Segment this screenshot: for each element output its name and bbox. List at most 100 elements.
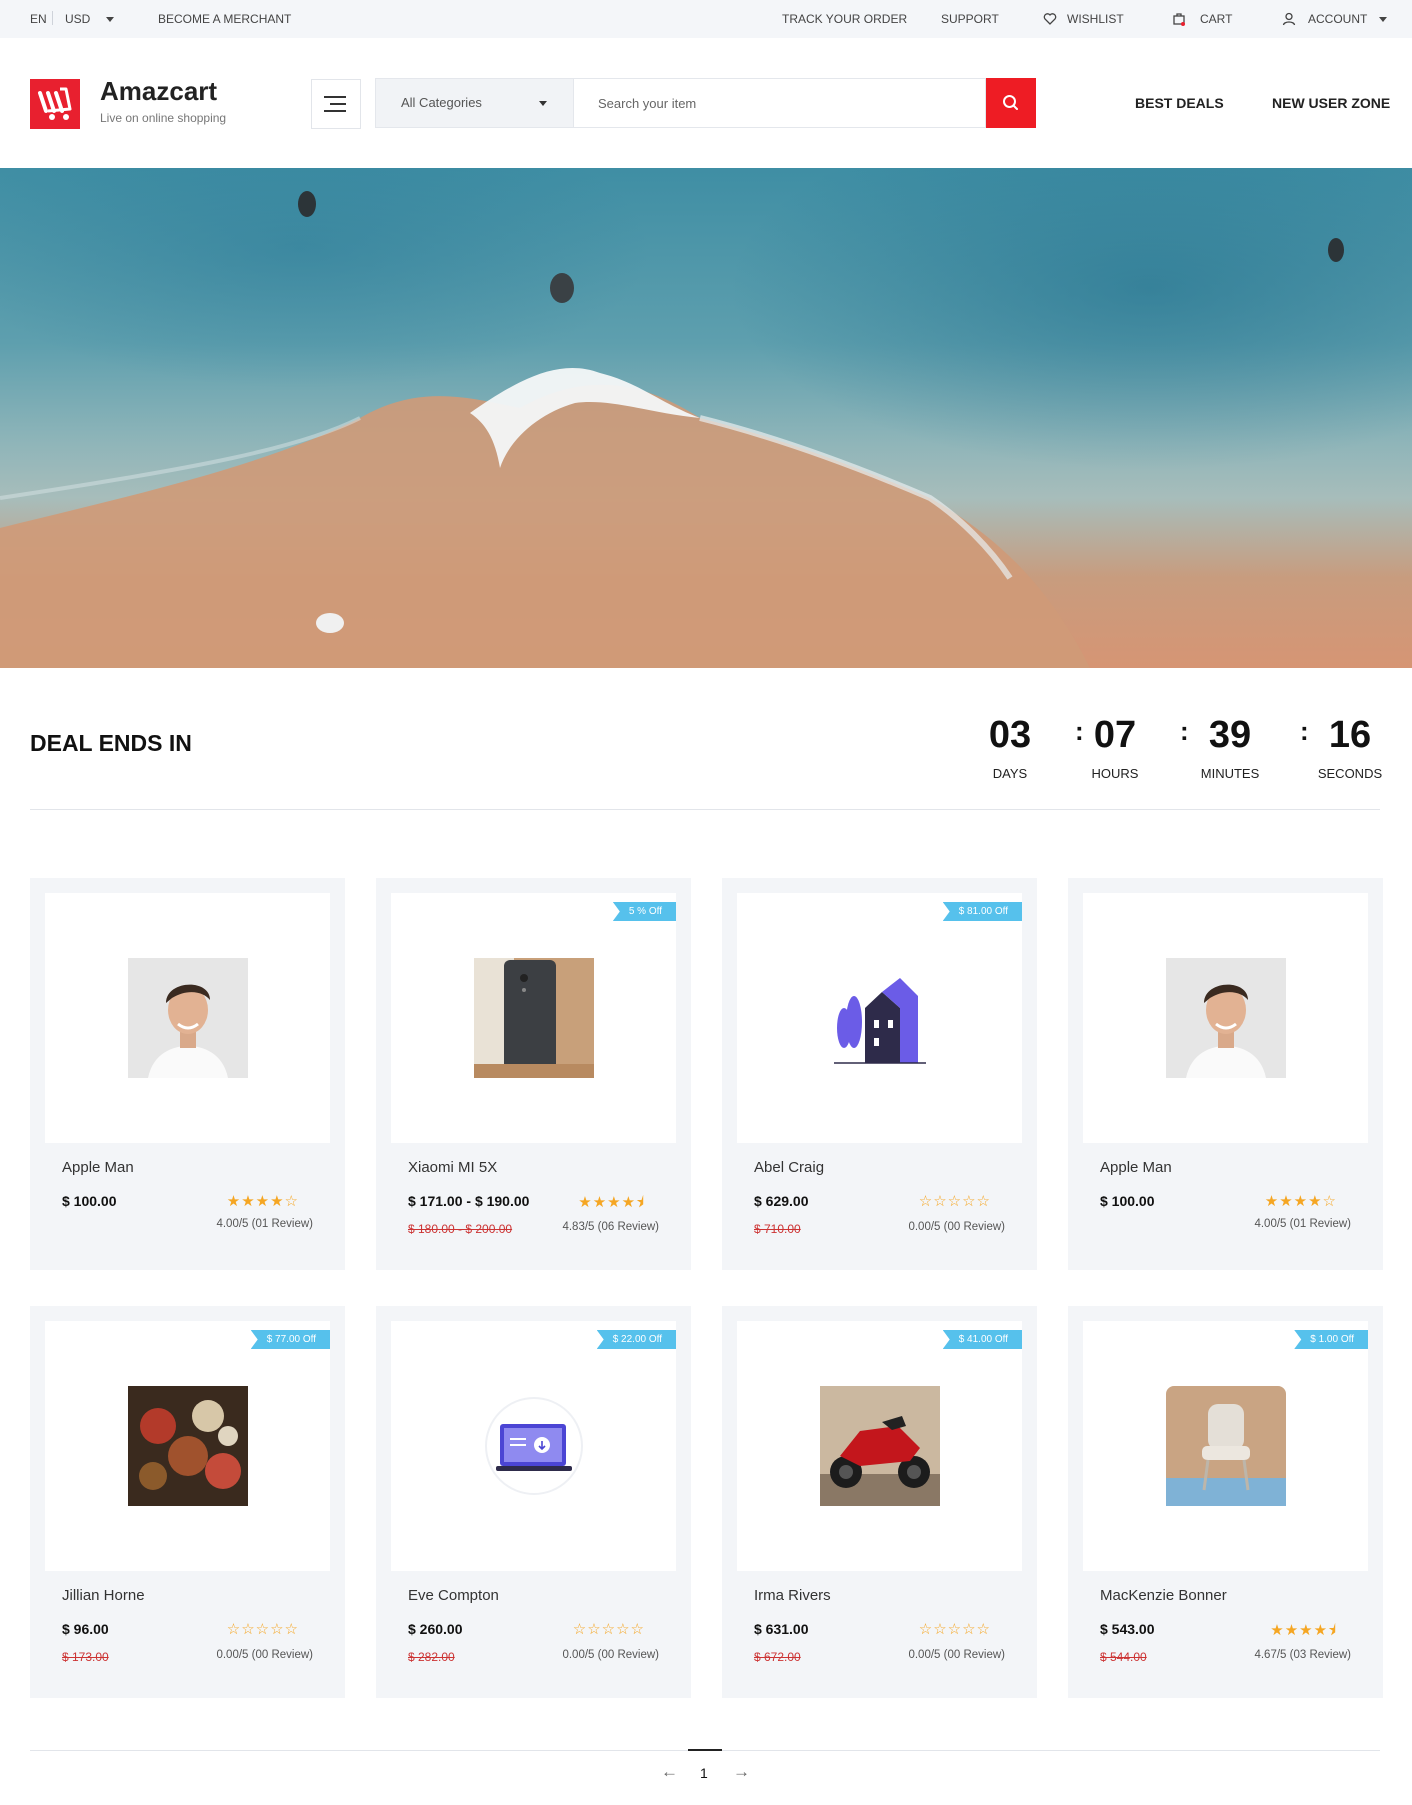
product-image-box[interactable]: $ 77.00 Off [45, 1321, 330, 1571]
heart-icon [1043, 13, 1057, 25]
product-name[interactable]: Abel Craig [754, 1159, 824, 1176]
product-name[interactable]: Irma Rivers [754, 1587, 831, 1604]
rating-stars: ★★★★☆ [227, 1192, 299, 1210]
product-old-price: $ 710.00 [754, 1222, 801, 1236]
review-summary: 4.00/5 (01 Review) [216, 1218, 313, 1230]
discount-badge: 5 % Off [612, 902, 676, 921]
product-name[interactable]: Jillian Horne [62, 1587, 145, 1604]
rating-stars: ★★★★⯨ [1270, 1620, 1337, 1645]
product-price: $ 631.00 [754, 1621, 809, 1637]
cart-label: CART [1200, 12, 1233, 26]
cart-link[interactable]: CART [1172, 12, 1232, 26]
product-card[interactable]: $ 41.00 Off Irma Rivers $ 631.00 $ 672.00 ☆☆… [722, 1306, 1037, 1698]
header: Amazcart Live on online shopping All Cat… [0, 38, 1412, 168]
logo[interactable] [30, 79, 80, 129]
arrow-left-icon[interactable]: ← [661, 1762, 678, 1782]
category-select[interactable]: All Categories [375, 78, 574, 128]
star-empty-icon: ☆ [933, 1621, 948, 1638]
product-image-box[interactable] [1083, 893, 1368, 1143]
star-empty-icon: ☆ [947, 1193, 963, 1210]
language-label: EN [30, 12, 47, 26]
search-button[interactable] [986, 78, 1036, 128]
review-summary: 0.00/5 (00 Review) [216, 1649, 313, 1661]
product-image-box[interactable] [45, 893, 330, 1143]
product-image-box[interactable]: $ 81.00 Off [737, 893, 1022, 1143]
rating-stars: ★★★★⯨ [578, 1192, 645, 1217]
become-merchant-label: BECOME A MERCHANT [158, 12, 292, 26]
countdown-separator: : [1075, 716, 1084, 746]
product-image-box[interactable]: 5 % Off [391, 893, 676, 1143]
star-filled-icon: ★ [578, 1194, 593, 1211]
product-card[interactable]: $ 77.00 Off Jillian Horne $ 96.00 $ 173.00 ☆… [30, 1306, 345, 1698]
menu-toggle-button[interactable] [311, 79, 361, 129]
top-bar: EN USD BECOME A MERCHANT TRACK YOUR ORDE… [0, 0, 1412, 38]
discount-badge: $ 1.00 Off [1294, 1330, 1368, 1349]
star-empty-icon: ☆ [255, 1621, 271, 1638]
product-name[interactable]: Apple Man [62, 1159, 134, 1176]
star-empty-icon: ☆ [226, 1621, 242, 1638]
product-price: $ 543.00 [1100, 1621, 1155, 1637]
countdown-minutes: 39 MINUTES [1190, 712, 1270, 781]
brand-name[interactable]: Amazcart [100, 76, 217, 107]
product-image-box[interactable]: $ 1.00 Off [1083, 1321, 1368, 1571]
star-filled-icon: ★ [1264, 1193, 1280, 1210]
laptop-illustration [474, 1386, 594, 1506]
review-summary: 4.83/5 (06 Review) [562, 1221, 659, 1233]
product-name[interactable]: MacKenzie Bonner [1100, 1587, 1227, 1604]
currency-selector[interactable]: USD [65, 12, 115, 26]
star-filled-icon: ★ [1279, 1193, 1294, 1210]
pagination-page[interactable]: 1 [700, 1765, 708, 1781]
countdown-label: DAYS [992, 766, 1028, 781]
rating-stars: ☆☆☆☆☆ [919, 1620, 991, 1638]
user-icon [1282, 12, 1296, 26]
beach-aerial-image [0, 191, 1344, 668]
new-user-zone-link[interactable]: NEW USER ZONE [1272, 95, 1390, 111]
menu-icon-line [324, 110, 346, 112]
best-deals-link[interactable]: BEST DEALS [1135, 95, 1224, 111]
product-card[interactable]: 5 % Off Xiaomi MI 5X $ 171.00 - $ 190.00 $ … [376, 878, 691, 1270]
search-icon [1003, 95, 1018, 110]
star-filled-icon: ★ [1293, 1193, 1309, 1210]
star-filled-icon: ★ [226, 1193, 242, 1210]
brand-tagline: Live on online shopping [100, 111, 227, 125]
product-card[interactable]: Apple Man $ 100.00 ★★★★☆ 4.00/5 (01 Review) [1068, 878, 1383, 1270]
product-name[interactable]: Eve Compton [408, 1587, 499, 1604]
house-illustration [820, 958, 940, 1078]
countdown-label: MINUTES [1200, 766, 1260, 781]
currency-label: USD [65, 12, 91, 26]
product-image-box[interactable]: $ 41.00 Off [737, 1321, 1022, 1571]
food-photo [128, 1386, 248, 1506]
account-menu[interactable]: ACCOUNT [1282, 12, 1388, 26]
search-input[interactable] [574, 78, 986, 128]
product-card[interactable]: $ 81.00 Off Abel Craig $ 629.00 $ 710.00 ☆☆☆… [722, 878, 1037, 1270]
star-empty-icon: ☆ [616, 1621, 631, 1638]
product-card[interactable]: $ 22.00 Off Eve Compton $ 260.00 $ 282.00 ☆☆… [376, 1306, 691, 1698]
product-card[interactable]: Apple Man $ 100.00 ★★★★☆ 4.00/5 (01 Review) [30, 878, 345, 1270]
discount-badge: $ 77.00 Off [250, 1330, 330, 1349]
countdown-days: 03 DAYS [980, 712, 1040, 781]
become-merchant-link[interactable]: BECOME A MERCHANT [158, 12, 291, 26]
product-name[interactable]: Xiaomi MI 5X [408, 1159, 497, 1176]
hero-banner[interactable] [0, 168, 1412, 668]
product-price: $ 100.00 [62, 1193, 117, 1209]
product-name[interactable]: Apple Man [1100, 1159, 1172, 1176]
wishlist-link[interactable]: WISHLIST [1043, 12, 1124, 26]
logo-cart-icon [38, 87, 72, 120]
track-order-label: TRACK YOUR ORDER [782, 12, 908, 26]
star-half-icon: ⯨ [1328, 1622, 1337, 1639]
star-half-icon: ⯨ [636, 1194, 645, 1211]
arrow-right-icon[interactable]: → [733, 1762, 750, 1782]
countdown-label: SECONDS [1317, 766, 1383, 781]
star-empty-icon: ☆ [601, 1621, 617, 1638]
motorcycle-photo [820, 1386, 940, 1506]
phone-photo [474, 958, 594, 1078]
support-link[interactable]: SUPPORT [941, 12, 999, 26]
language-selector[interactable]: EN [30, 12, 47, 26]
star-filled-icon: ★ [241, 1193, 256, 1210]
track-order-link[interactable]: TRACK YOUR ORDER [782, 12, 907, 26]
product-card[interactable]: $ 1.00 Off MacKenzie Bonner $ 543.00 $ 544.… [1068, 1306, 1383, 1698]
countdown-seconds: 16 SECONDS [1310, 712, 1390, 781]
divider [52, 11, 53, 25]
product-image-box[interactable]: $ 22.00 Off [391, 1321, 676, 1571]
star-empty-icon: ☆ [918, 1193, 934, 1210]
